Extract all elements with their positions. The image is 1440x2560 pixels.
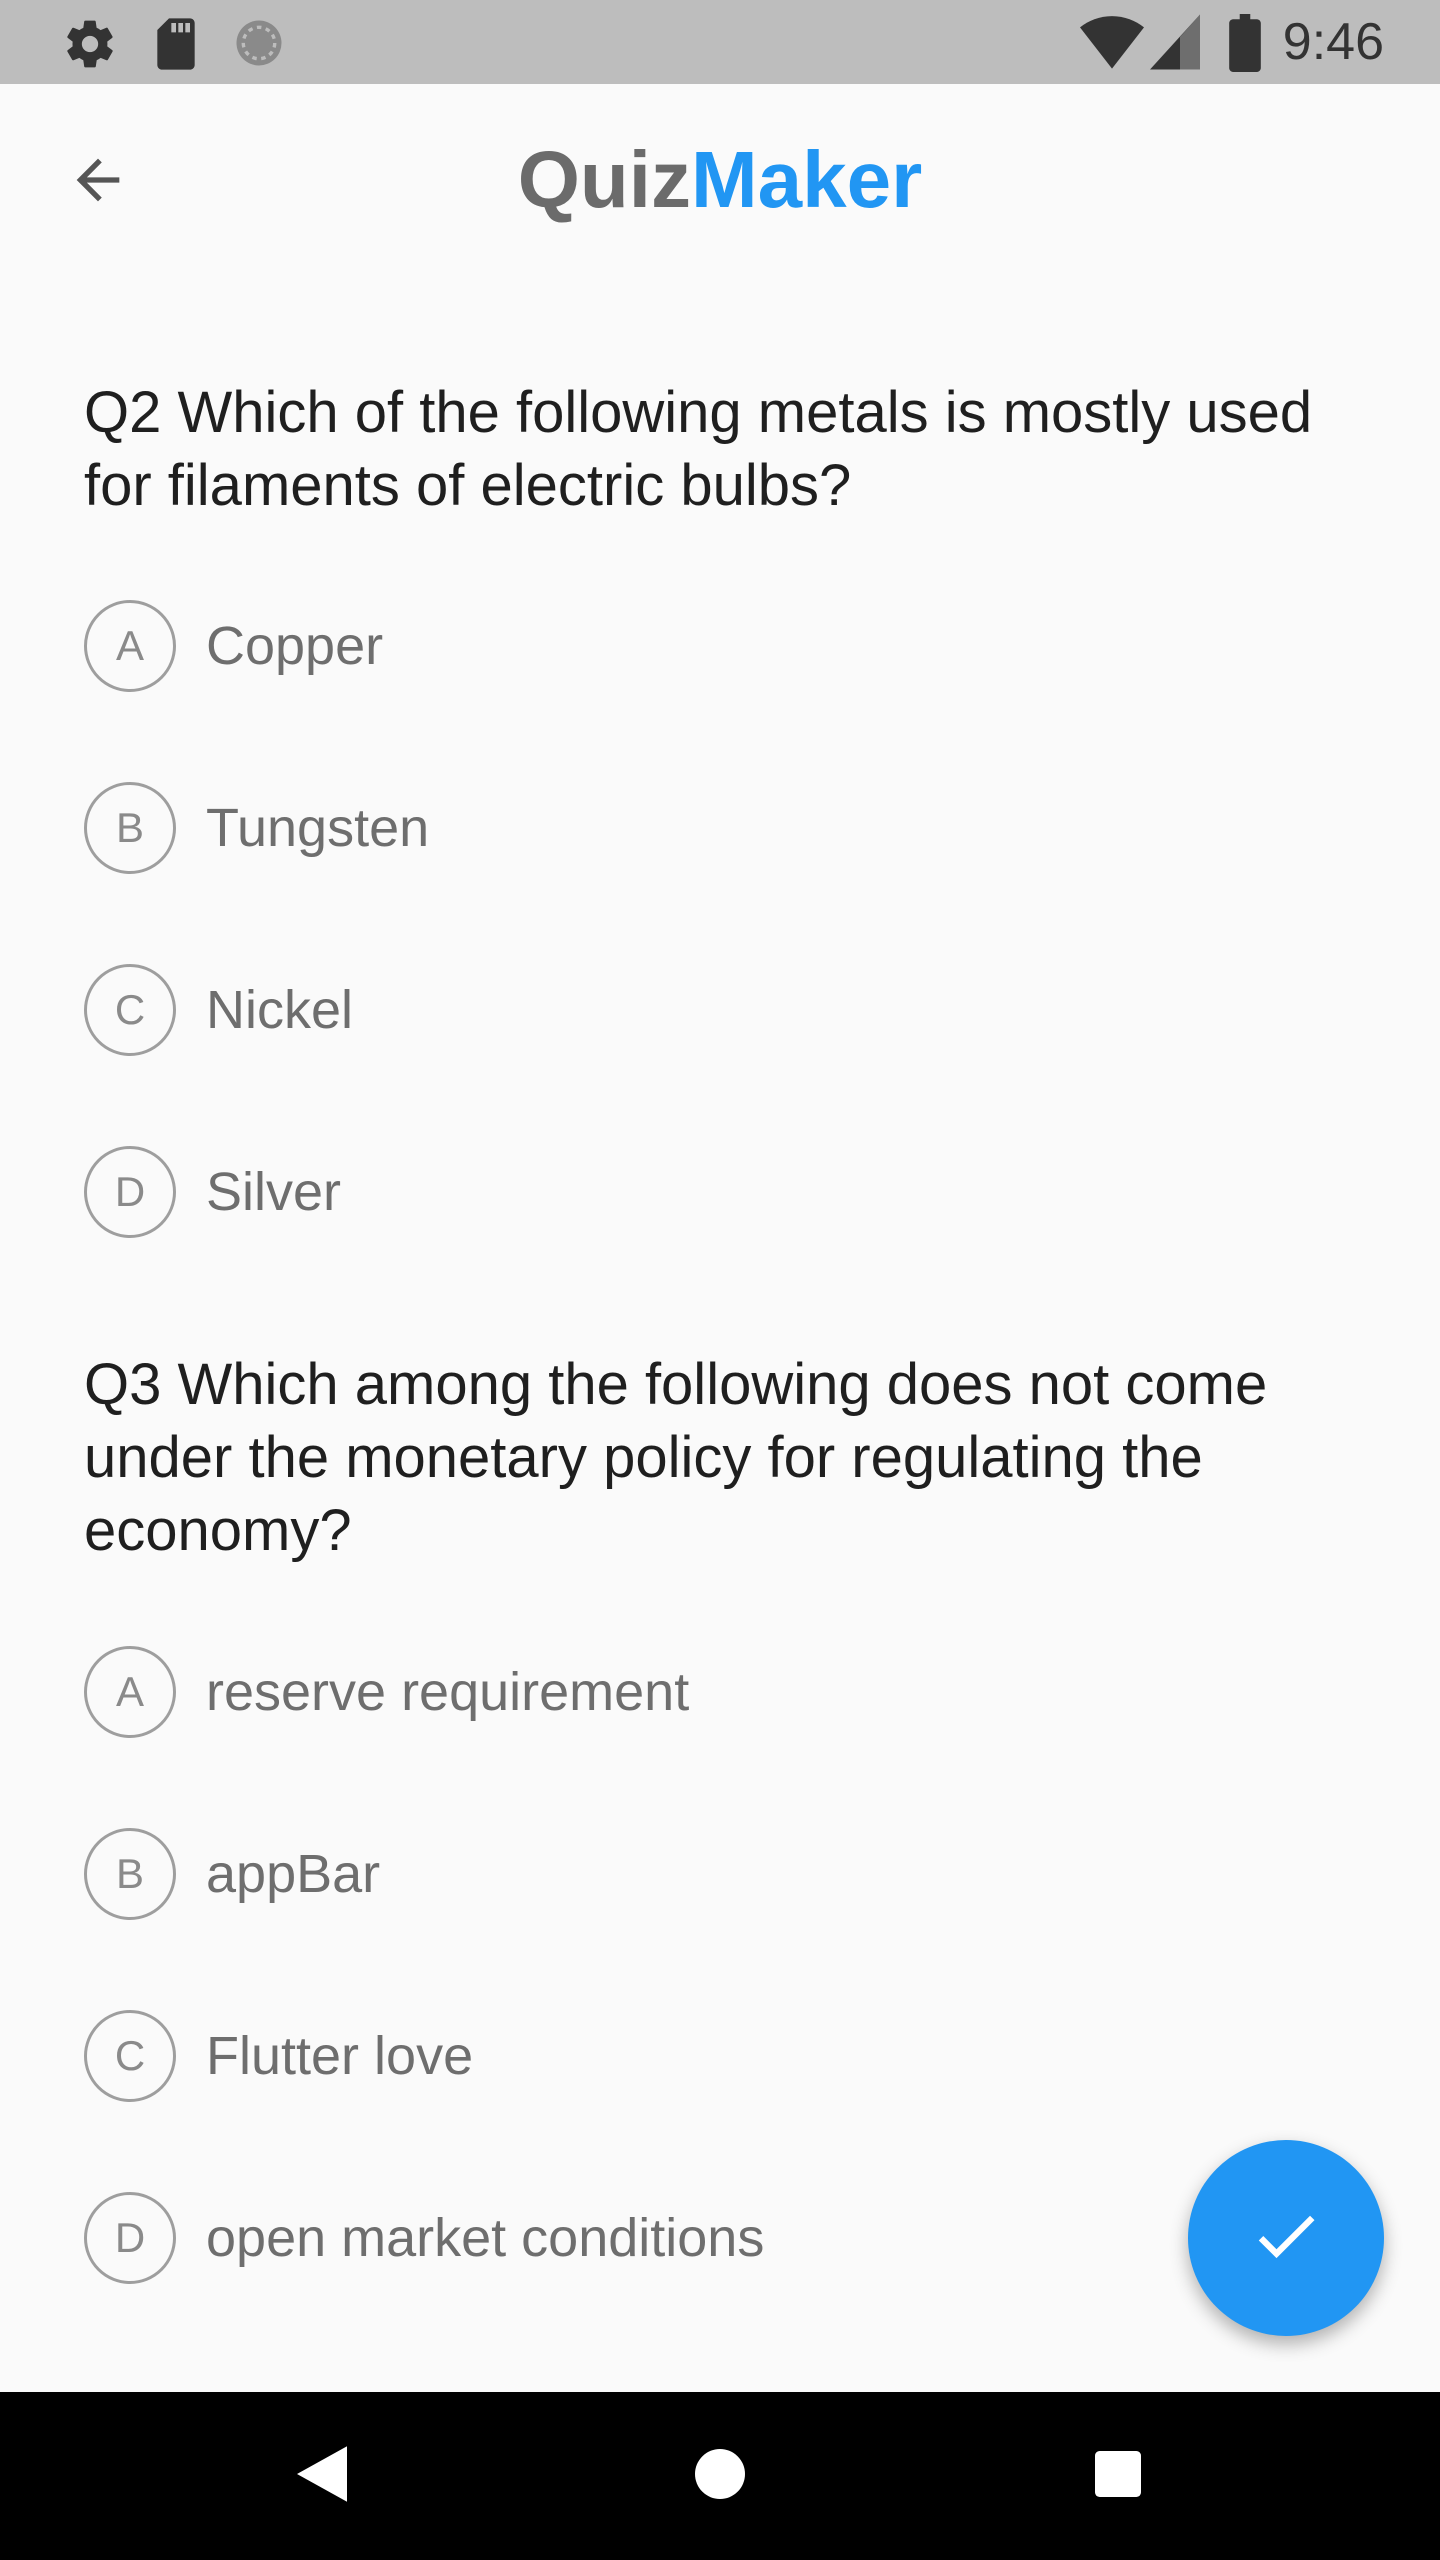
submit-fab-button[interactable] [1188, 2140, 1384, 2336]
status-time: 9:46 [1282, 13, 1384, 71]
nav-back-button[interactable] [282, 2436, 362, 2516]
option-letter-badge: B [84, 1828, 176, 1920]
back-triangle-icon [297, 2445, 347, 2507]
option-letter-badge: C [84, 2010, 176, 2102]
option-letter-badge: B [84, 782, 176, 874]
system-nav-bar [0, 2392, 1440, 2560]
home-circle-icon [695, 2448, 745, 2504]
option-letter-badge: D [84, 2192, 176, 2284]
question-q2-text: Q2 Which of the following metals is most… [84, 380, 1313, 518]
option-label: Flutter love [206, 2026, 474, 2086]
app-title-maker: Maker [691, 135, 923, 224]
option-q3-c[interactable]: C Flutter love [84, 2006, 1184, 2106]
sync-icon [232, 16, 286, 75]
check-icon [1248, 2198, 1324, 2279]
option-q3-a[interactable]: A reserve requirement [84, 1642, 1184, 1742]
option-label: Nickel [206, 980, 354, 1040]
option-label: Tungsten [206, 798, 430, 858]
gear-icon [62, 16, 118, 77]
option-q3-b[interactable]: B appBar [84, 1824, 1184, 1924]
option-label: Silver [206, 1162, 342, 1222]
option-letter-badge: D [84, 1146, 176, 1238]
option-label: Copper [206, 616, 384, 676]
option-q3-d[interactable]: D open market conditions [84, 2188, 1184, 2288]
nav-recents-button[interactable] [1078, 2436, 1158, 2516]
wifi-icon [1080, 14, 1144, 75]
option-q2-d[interactable]: D Silver [84, 1142, 1184, 1242]
option-letter-badge: C [84, 964, 176, 1056]
option-label: open market conditions [206, 2208, 765, 2268]
option-q2-c[interactable]: C Nickel [84, 960, 1184, 1060]
question-q3-text: Q3 Which among the following does not co… [84, 1352, 1268, 1563]
battery-icon [1228, 14, 1262, 77]
recents-square-icon [1095, 2450, 1141, 2502]
app-title-quiz: Quiz [517, 135, 692, 224]
nav-home-button[interactable] [680, 2436, 760, 2516]
option-q2-a[interactable]: A Copper [84, 596, 1184, 696]
option-label: appBar [206, 1844, 381, 1904]
option-q2-b[interactable]: B Tungsten [84, 778, 1184, 878]
app-title: QuizMaker [0, 130, 1440, 230]
sd-card-icon [150, 16, 202, 77]
status-bar: 9:46 [0, 0, 1440, 84]
cell-signal-icon [1150, 14, 1200, 75]
option-label: reserve requirement [206, 1662, 690, 1722]
option-letter-badge: A [84, 600, 176, 692]
app-bar: QuizMaker [0, 84, 1440, 276]
option-letter-badge: A [84, 1646, 176, 1738]
